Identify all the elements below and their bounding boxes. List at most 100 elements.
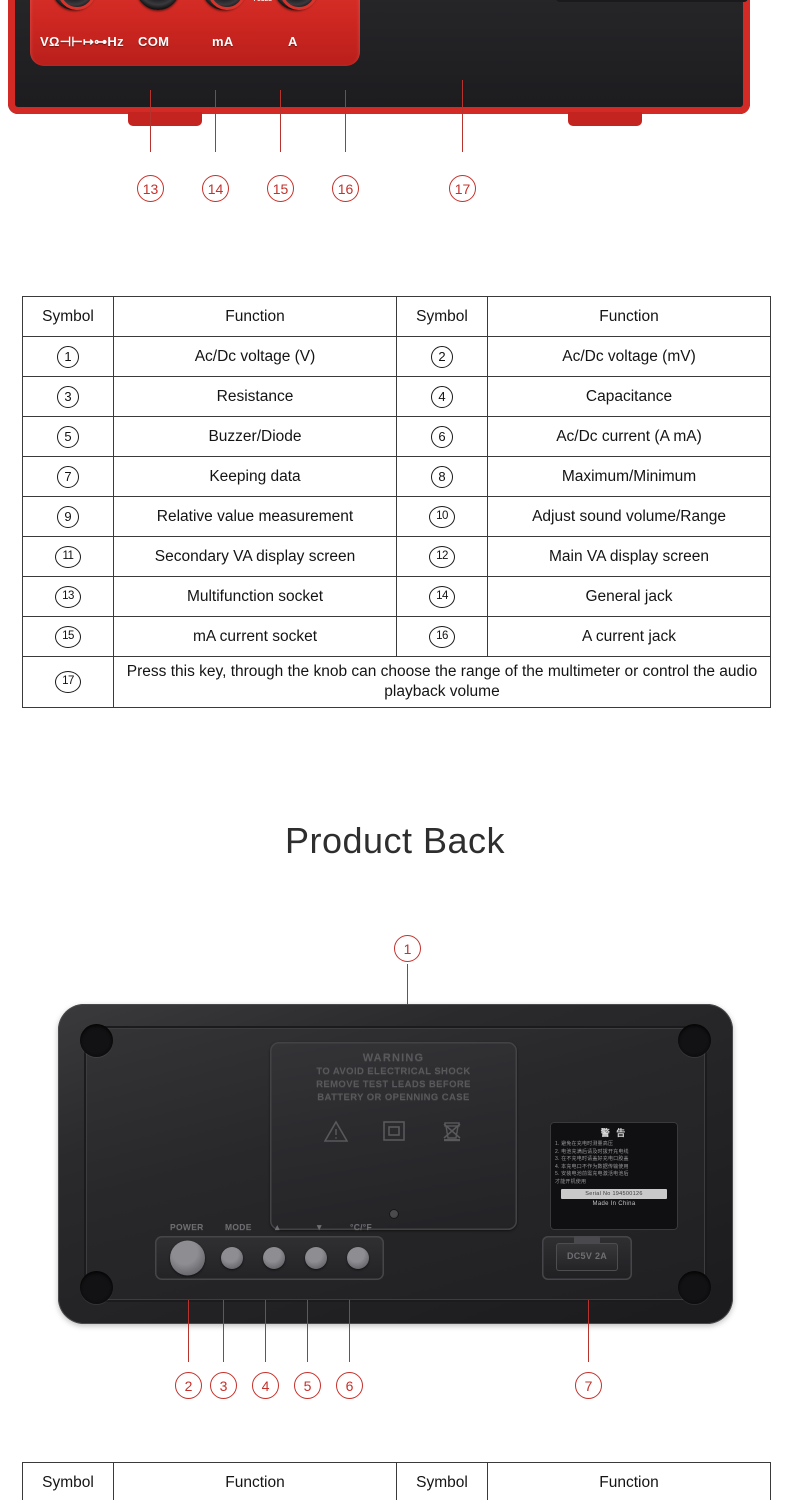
callout-5: 5 xyxy=(294,1372,321,1399)
callout-7: 7 xyxy=(575,1372,602,1399)
header-symbol-right: Symbol xyxy=(396,296,488,337)
row-function-left: Secondary VA display screen xyxy=(113,536,397,577)
symbol-badge: 12 xyxy=(429,545,455,568)
warning-label: WARNING TO AVOID ELECTRICAL SHOCK REMOVE… xyxy=(278,1052,509,1103)
leader-line-13 xyxy=(150,90,151,152)
callout-1: 1 xyxy=(394,935,421,962)
row-symbol-right: 8 xyxy=(396,456,488,497)
leader-line-6 xyxy=(349,1300,350,1362)
row-function-right: Capacitance xyxy=(487,376,771,417)
dc-port-cover[interactable]: DC5V 2A xyxy=(556,1236,618,1271)
table-row-note: 17 Press this key, through the knob can … xyxy=(22,656,771,708)
down-button-label: ▼ xyxy=(315,1222,324,1232)
power-button-label: POWER xyxy=(170,1222,204,1232)
brand-plate: ANENG® AN-888S xyxy=(556,0,748,2)
leader-line-15 xyxy=(280,90,281,152)
symbol-badge: 4 xyxy=(431,385,453,408)
battery-door-screw xyxy=(388,1209,399,1219)
made-in-text: Made In China xyxy=(592,1201,636,1207)
table-header-row: Symbol Function Symbol Function xyxy=(22,1462,771,1500)
up-button[interactable] xyxy=(263,1247,285,1269)
serial-number: Serial No 194500126 xyxy=(561,1189,667,1199)
row-function-left: Keeping data xyxy=(113,456,397,497)
row-function-left: mA current socket xyxy=(113,616,397,657)
symbol-badge: 3 xyxy=(57,385,79,408)
row-symbol-left: 11 xyxy=(22,536,114,577)
symbol-badge: 10 xyxy=(429,505,455,528)
callout-16: 16 xyxy=(332,175,359,202)
row-function-right: General jack xyxy=(487,576,771,617)
chinese-line-3: 3. 在不充电时请盖好充电口胶盖 xyxy=(555,1156,629,1162)
chinese-line-5: 5. 安装电池前需充电激活电池后 xyxy=(555,1171,629,1177)
down-button[interactable] xyxy=(305,1247,327,1269)
row-function-right: Maximum/Minimum xyxy=(487,456,771,497)
double-insulation-icon xyxy=(382,1120,406,1142)
corner-hole-bottom-right xyxy=(678,1271,711,1304)
back-product-photo: WARNING TO AVOID ELECTRICAL SHOCK REMOVE… xyxy=(58,1004,733,1324)
row-symbol-left: 15 xyxy=(22,616,114,657)
row-symbol-left: 3 xyxy=(22,376,114,417)
warning-line-1: TO AVOID ELECTRICAL SHOCK xyxy=(316,1066,471,1077)
dc-charging-port[interactable]: DC5V 2A xyxy=(542,1236,632,1280)
jack-v-ohm[interactable] xyxy=(52,0,96,10)
multimeter-body: 0 5 10 15 20 CLOCK/TEMP + ▬ xyxy=(8,0,750,126)
symbol-badge: 5 xyxy=(57,425,79,448)
symbol-badge: 15 xyxy=(55,625,81,648)
row-symbol-right: 12 xyxy=(396,536,488,577)
leader-line-7 xyxy=(588,1300,589,1362)
row-symbol-left: 7 xyxy=(22,456,114,497)
back-function-table: Symbol Function Symbol Function xyxy=(22,1462,771,1500)
row-function-left: Relative value measurement xyxy=(113,496,397,537)
product-manual-page: 0 5 10 15 20 CLOCK/TEMP + ▬ xyxy=(0,0,790,1500)
weee-bin-icon xyxy=(440,1120,464,1142)
leader-line-17 xyxy=(462,80,463,152)
mode-button-label: MODE xyxy=(225,1222,252,1232)
celsius-fahrenheit-label: °C/°F xyxy=(350,1222,372,1232)
dc-port-tab xyxy=(574,1236,600,1244)
row-symbol-right: 2 xyxy=(396,336,488,377)
row-function-left: Resistance xyxy=(113,376,397,417)
table-row: 15 mA current socket 16 A current jack xyxy=(22,616,771,657)
symbol-badge: 1 xyxy=(57,345,79,368)
callout-6: 6 xyxy=(336,1372,363,1399)
symbol-badge: 7 xyxy=(57,465,79,488)
callout-3: 3 xyxy=(210,1372,237,1399)
jack-com[interactable] xyxy=(136,0,180,10)
row-function-right: A current jack xyxy=(487,616,771,657)
row-symbol-left: 1 xyxy=(22,336,114,377)
warning-icon-row xyxy=(270,1120,517,1142)
symbol-badge: 8 xyxy=(431,465,453,488)
celsius-fahrenheit-button[interactable] xyxy=(347,1247,369,1269)
row-symbol-note: 17 xyxy=(22,656,114,708)
caution-triangle-icon xyxy=(323,1120,348,1142)
header-symbol-right: Symbol xyxy=(396,1462,488,1500)
callout-14: 14 xyxy=(202,175,229,202)
front-product-photo: 0 5 10 15 20 CLOCK/TEMP + ▬ xyxy=(0,0,790,138)
page-title: Product Back xyxy=(284,820,506,861)
symbol-badge: 17 xyxy=(55,671,81,694)
row-function-left: Multifunction socket xyxy=(113,576,397,617)
leader-line-2 xyxy=(188,1300,189,1362)
chinese-warning-label: 警 告 1. 避免在充电时测量高压 2. 电池充满后请及时拔开充电线 3. 在不… xyxy=(550,1122,678,1230)
power-button[interactable] xyxy=(170,1240,205,1276)
row-symbol-right: 16 xyxy=(396,616,488,657)
row-function-right: Ac/Dc voltage (mV) xyxy=(487,336,771,377)
stand-foot-left xyxy=(128,112,202,126)
row-symbol-right: 6 xyxy=(396,416,488,457)
table-row: 9 Relative value measurement 10 Adjust s… xyxy=(22,496,771,537)
chinese-warning-lines: 1. 避免在充电时测量高压 2. 电池充满后请及时拔开充电线 3. 在不充电时请… xyxy=(555,1141,673,1186)
mode-button[interactable] xyxy=(221,1247,243,1269)
table-row: 5 Buzzer/Diode 6 Ac/Dc current (A mA) xyxy=(22,416,771,457)
leader-line-4 xyxy=(265,1300,266,1362)
leader-line-16 xyxy=(345,90,346,152)
table-row: 11 Secondary VA display screen 12 Main V… xyxy=(22,536,771,577)
row-symbol-left: 5 xyxy=(22,416,114,457)
jack-label-v-ohm: VΩ⊣⊢↦⊶Hz xyxy=(40,34,124,49)
battery-door[interactable]: WARNING TO AVOID ELECTRICAL SHOCK REMOVE… xyxy=(270,1042,517,1230)
header-symbol-left: Symbol xyxy=(22,296,114,337)
callout-4: 4 xyxy=(252,1372,279,1399)
table-header-row: Symbol Function Symbol Function xyxy=(22,296,771,337)
row-function-right: Main VA display screen xyxy=(487,536,771,577)
jack-ma[interactable] xyxy=(202,0,246,10)
row-function-right: Adjust sound volume/Range xyxy=(487,496,771,537)
